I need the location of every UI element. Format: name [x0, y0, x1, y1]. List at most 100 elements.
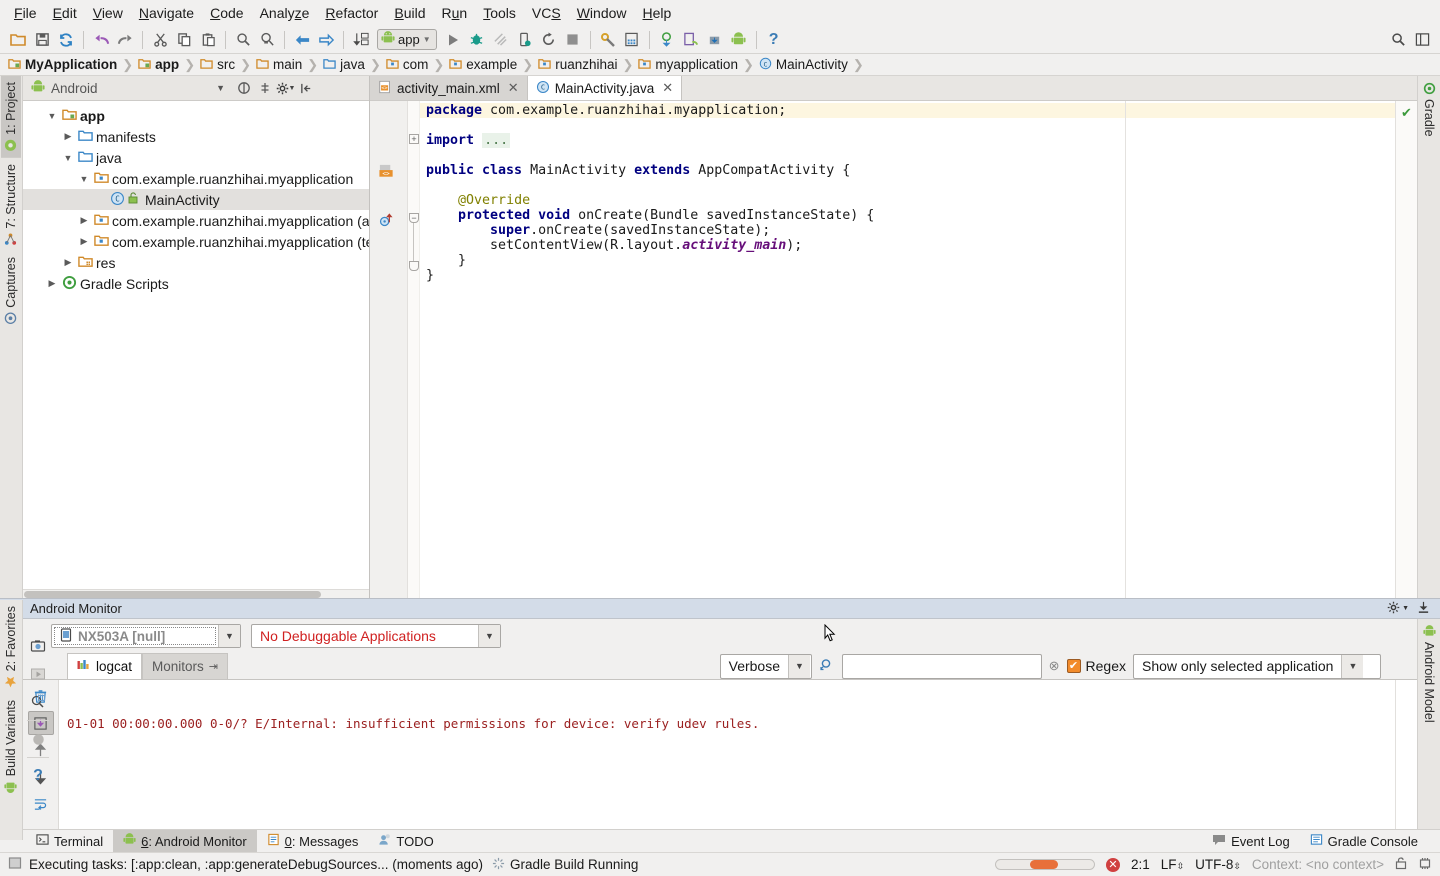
- code-content[interactable]: package com.example.ruanzhihai.myapplica…: [420, 101, 1395, 598]
- caret-position[interactable]: 2:1: [1131, 857, 1150, 872]
- xml-resource-icon[interactable]: <>: [378, 163, 394, 179]
- help-icon[interactable]: ?: [25, 764, 51, 788]
- chevron-down-icon[interactable]: ▼: [788, 654, 810, 678]
- search-everywhere-icon[interactable]: [1387, 29, 1409, 51]
- close-icon[interactable]: ✕: [508, 80, 519, 96]
- chevron-down-icon[interactable]: ▼: [1402, 605, 1409, 612]
- line-separator-selector[interactable]: LF⇳: [1161, 857, 1184, 872]
- copy-icon[interactable]: [173, 29, 195, 51]
- breadcrumb-item-app[interactable]: app: [138, 57, 181, 73]
- editor-tab-activity-main-xml[interactable]: <> activity_main.xml ✕: [370, 76, 528, 100]
- tree-node-res[interactable]: ▶ res: [23, 252, 369, 273]
- run-icon[interactable]: [442, 29, 464, 51]
- bottom-tab-todo[interactable]: TODO: [368, 830, 443, 852]
- tree-node-package-test[interactable]: ▶ com.example.ruanzhihai.myapplication (…: [23, 231, 369, 252]
- breadcrumb-item-java[interactable]: java: [323, 57, 367, 73]
- layout-inspector-icon[interactable]: [25, 690, 51, 714]
- sidebar-item-favorites[interactable]: 2: Favorites: [1, 600, 21, 694]
- chevron-right-icon[interactable]: ▶: [77, 236, 91, 247]
- chevron-down-icon[interactable]: ▼: [218, 625, 240, 647]
- editor-gutter[interactable]: <>: [370, 101, 408, 598]
- log-level-selector[interactable]: Verbose ▼: [719, 653, 812, 679]
- chevron-down-icon[interactable]: ▼: [1341, 654, 1364, 678]
- bottom-tab-android-monitor[interactable]: 6: Android Monitor: [113, 830, 257, 852]
- scope-selector[interactable]: Show only selected application ▼: [1133, 653, 1381, 679]
- fold-expand-import-icon[interactable]: +: [409, 134, 419, 144]
- sidebar-item-build-variants[interactable]: Build Variants: [1, 694, 21, 799]
- debug-icon[interactable]: [466, 29, 488, 51]
- chevron-down-icon[interactable]: ▼: [216, 83, 225, 93]
- sidebar-item-android-model[interactable]: Android Model: [1419, 619, 1439, 729]
- menu-item-edit[interactable]: Edit: [45, 3, 85, 23]
- chevron-down-icon[interactable]: ▼: [77, 174, 91, 184]
- tab-logcat[interactable]: logcat: [67, 653, 143, 679]
- chevron-down-icon[interactable]: ▼: [61, 153, 75, 163]
- context-indicator[interactable]: Context: <no context>: [1252, 857, 1384, 872]
- tree-node-java[interactable]: ▼ java: [23, 147, 369, 168]
- editor-fold-bar[interactable]: + −: [408, 101, 420, 598]
- cut-icon[interactable]: [149, 29, 171, 51]
- breadcrumb-item-example[interactable]: example: [449, 57, 519, 73]
- run-configuration-selector[interactable]: app ▼: [377, 29, 437, 50]
- soft-wrap-icon[interactable]: [28, 792, 54, 816]
- detach-icon[interactable]: ⇥: [209, 660, 218, 673]
- memory-icon[interactable]: [1418, 856, 1432, 873]
- tab-monitors[interactable]: Monitors ⇥: [142, 653, 229, 679]
- menu-item-window[interactable]: Window: [569, 3, 635, 23]
- editor-tab-mainactivity-java[interactable]: C MainActivity.java ✕: [527, 76, 683, 100]
- bottom-tab-gradle-console[interactable]: Gradle Console: [1300, 830, 1428, 852]
- collapse-all-icon[interactable]: [233, 78, 254, 99]
- breadcrumb-item-ruanzhihai[interactable]: ruanzhihai: [538, 57, 619, 73]
- chevron-right-icon[interactable]: ▶: [61, 131, 75, 142]
- rerun-icon[interactable]: [538, 29, 560, 51]
- menu-item-file[interactable]: FFileile: [6, 3, 45, 23]
- regex-checkbox[interactable]: ✔: [1066, 659, 1081, 673]
- breadcrumb-item-com[interactable]: com: [386, 57, 431, 73]
- layout-icon[interactable]: [1411, 29, 1433, 51]
- override-method-icon[interactable]: [378, 212, 394, 228]
- breadcrumb-item-main[interactable]: main: [256, 57, 304, 73]
- menu-item-analyze[interactable]: Analyze: [252, 3, 318, 23]
- screen-capture-icon[interactable]: [25, 634, 51, 658]
- tree-node-gradle-scripts[interactable]: ▶ Gradle Scripts: [23, 273, 369, 294]
- sidebar-item-project[interactable]: 1: Project: [1, 76, 21, 158]
- editor-marker-bar[interactable]: ✔: [1395, 101, 1417, 598]
- sidebar-item-structure[interactable]: 7: Structure: [1, 158, 21, 252]
- coverage-icon[interactable]: [490, 29, 512, 51]
- fold-collapse-method-icon[interactable]: −: [409, 213, 419, 223]
- chevron-right-icon[interactable]: ▶: [61, 257, 75, 268]
- replace-icon[interactable]: [256, 29, 278, 51]
- sidebar-item-gradle[interactable]: Gradle: [1419, 76, 1439, 143]
- settings-icon[interactable]: [1387, 601, 1400, 617]
- screen-record-icon[interactable]: [25, 662, 51, 686]
- redo-icon[interactable]: [114, 29, 136, 51]
- bottom-tab-terminal[interactable]: Terminal: [26, 830, 113, 852]
- menu-item-build[interactable]: Build: [386, 3, 433, 23]
- sdk-manager-icon[interactable]: [597, 29, 619, 51]
- breadcrumb-item-myapplication[interactable]: MyApplication: [8, 57, 119, 73]
- application-selector[interactable]: No Debuggable Applications ▼: [251, 624, 501, 648]
- code-editor[interactable]: <> + − package com.example.ruanzhihai.my…: [370, 101, 1417, 598]
- find-icon[interactable]: [232, 29, 254, 51]
- forward-icon[interactable]: [315, 29, 337, 51]
- close-icon[interactable]: ✕: [662, 80, 673, 96]
- terminate-application-icon[interactable]: [25, 727, 51, 751]
- logcat-search-input[interactable]: [841, 653, 1042, 679]
- logcat-lines[interactable]: 01-01 00:00:00.000 0-0/? E/Internal: ins…: [59, 680, 1395, 829]
- project-view-selector[interactable]: Android ▼: [23, 77, 233, 100]
- menu-item-run[interactable]: Run: [434, 3, 476, 23]
- menu-item-view[interactable]: View: [85, 3, 131, 23]
- chevron-down-icon[interactable]: ▼: [45, 111, 59, 121]
- menu-item-navigate[interactable]: Navigate: [131, 3, 202, 23]
- tree-node-manifests[interactable]: ▶ manifests: [23, 126, 369, 147]
- breadcrumb-item-src[interactable]: src: [200, 57, 237, 73]
- sync-icon[interactable]: [55, 29, 77, 51]
- chevron-right-icon[interactable]: ▶: [45, 278, 59, 289]
- paste-icon[interactable]: [197, 29, 219, 51]
- chevron-down-icon[interactable]: ▼: [478, 625, 500, 647]
- menu-item-refactor[interactable]: Refactor: [317, 3, 386, 23]
- chevron-down-icon[interactable]: ▼: [423, 35, 431, 44]
- undo-icon[interactable]: [90, 29, 112, 51]
- menu-item-help[interactable]: Help: [635, 3, 680, 23]
- bottom-tab-messages[interactable]: 0: Messages: [257, 830, 369, 852]
